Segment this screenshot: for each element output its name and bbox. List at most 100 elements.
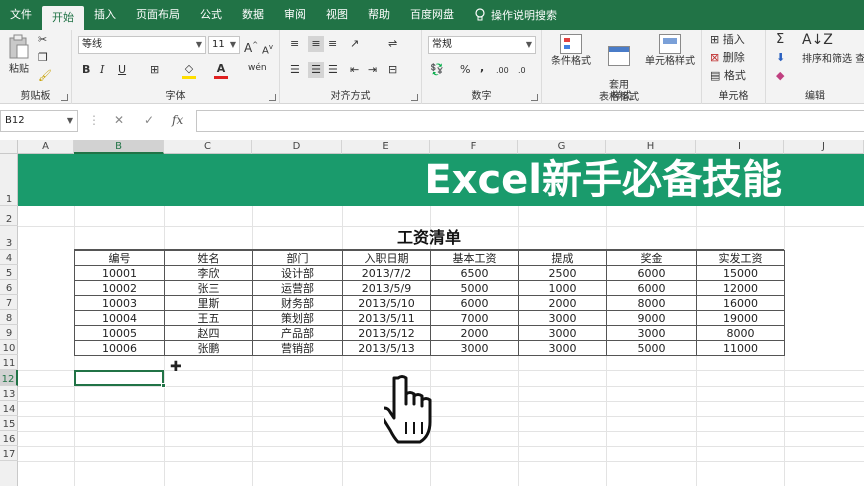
comma-button[interactable]: , [480, 60, 484, 76]
column-header[interactable]: A [18, 140, 74, 154]
delete-cells-button[interactable]: ⊠ 删除 [710, 50, 745, 66]
tab-review[interactable]: 审阅 [274, 0, 316, 30]
data-cell[interactable]: 11000 [696, 340, 785, 356]
cut-icon[interactable]: ✂ [38, 32, 47, 48]
row-header[interactable]: 11 [0, 355, 18, 370]
row-header[interactable]: 14 [0, 401, 18, 416]
tab-help[interactable]: 帮助 [358, 0, 400, 30]
data-cell[interactable]: 2013/5/11 [342, 310, 431, 326]
data-cell[interactable]: 3000 [518, 310, 607, 326]
decrease-decimal-button[interactable]: .0 [518, 63, 526, 79]
data-cell[interactable]: 营销部 [252, 340, 343, 356]
font-size-select[interactable]: 11 ▼ [208, 36, 240, 54]
increase-decimal-button[interactable]: .00 [496, 63, 509, 79]
data-cell[interactable]: 15000 [696, 265, 785, 281]
data-cell[interactable]: 2000 [518, 295, 607, 311]
number-format-select[interactable]: 常规 ▼ [428, 36, 536, 54]
data-cell[interactable]: 产品部 [252, 325, 343, 341]
row-header[interactable]: 9 [0, 325, 18, 340]
data-cell[interactable]: 10006 [74, 340, 165, 356]
format-painter-icon[interactable]: 🖌 [38, 68, 52, 84]
column-header[interactable]: G [518, 140, 606, 154]
data-cell[interactable]: 5000 [606, 340, 697, 356]
row-header[interactable]: 17 [0, 446, 18, 461]
cell-styles-button[interactable]: 单元格样式 [642, 34, 698, 68]
data-cell[interactable]: 李欣 [164, 265, 253, 281]
data-cell[interactable]: 7000 [430, 310, 519, 326]
enter-icon[interactable]: ✓ [144, 113, 154, 127]
align-bottom-icon[interactable]: ≡ [328, 36, 337, 52]
row-header[interactable]: 10 [0, 340, 18, 355]
alignment-launcher-icon[interactable] [411, 94, 418, 101]
font-name-select[interactable]: 等线 ▼ [78, 36, 206, 54]
tab-data[interactable]: 数据 [232, 0, 274, 30]
fill-handle[interactable] [161, 383, 166, 388]
row-header[interactable]: 3 [0, 226, 18, 250]
data-cell[interactable]: 16000 [696, 295, 785, 311]
align-left-icon[interactable]: ☰ [290, 62, 300, 78]
header-cell[interactable]: 部门 [252, 250, 343, 266]
data-cell[interactable]: 10002 [74, 280, 165, 296]
insert-cells-button[interactable]: ⊞ 插入 [710, 32, 745, 48]
header-cell[interactable]: 实发工资 [696, 250, 785, 266]
clear-icon[interactable]: ◆ [776, 68, 784, 84]
data-cell[interactable]: 张三 [164, 280, 253, 296]
tell-me-search[interactable]: 操作说明搜索 [474, 7, 557, 23]
insert-function-button[interactable]: fx [172, 113, 183, 127]
column-header[interactable]: I [696, 140, 784, 154]
row-header[interactable]: 7 [0, 295, 18, 310]
clipboard-launcher-icon[interactable] [61, 94, 68, 101]
column-header[interactable]: D [252, 140, 342, 154]
data-cell[interactable]: 3000 [518, 325, 607, 341]
data-cell[interactable]: 2013/5/10 [342, 295, 431, 311]
data-cell[interactable]: 3000 [518, 340, 607, 356]
data-cell[interactable]: 里斯 [164, 295, 253, 311]
paste-button[interactable]: 粘贴 [4, 34, 34, 76]
data-cell[interactable]: 6500 [430, 265, 519, 281]
data-cell[interactable]: 3000 [430, 340, 519, 356]
tab-view[interactable]: 视图 [316, 0, 358, 30]
data-cell[interactable]: 8000 [606, 295, 697, 311]
font-color-icon[interactable]: A [214, 62, 228, 79]
row-header[interactable]: 5 [0, 265, 18, 280]
data-cell[interactable]: 10001 [74, 265, 165, 281]
row-header[interactable]: 2 [0, 206, 18, 226]
data-cell[interactable]: 3000 [606, 325, 697, 341]
italic-button[interactable]: I [100, 62, 104, 78]
data-cell[interactable]: 财务部 [252, 295, 343, 311]
increase-indent-icon[interactable]: ⇥ [368, 62, 377, 78]
header-cell[interactable]: 编号 [74, 250, 165, 266]
header-cell[interactable]: 提成 [518, 250, 607, 266]
worksheet-grid[interactable]: Excel新手必备技能 工资清单 编号 姓名 部门 入职日期 基本工资 提成 奖… [18, 154, 864, 486]
phonetic-icon[interactable]: wén [248, 60, 267, 76]
column-header[interactable]: B [74, 140, 164, 154]
column-header[interactable]: J [784, 140, 864, 154]
data-cell[interactable]: 6000 [430, 295, 519, 311]
select-all-corner[interactable] [0, 140, 18, 154]
data-cell[interactable]: 12000 [696, 280, 785, 296]
tab-page-layout[interactable]: 页面布局 [126, 0, 190, 30]
orientation-icon[interactable]: ↗ [350, 36, 359, 52]
conditional-formatting-button[interactable]: 条件格式 [546, 34, 596, 68]
row-header[interactable]: 8 [0, 310, 18, 325]
data-cell[interactable]: 1000 [518, 280, 607, 296]
data-cell[interactable]: 6000 [606, 265, 697, 281]
row-header[interactable]: 6 [0, 280, 18, 295]
fill-color-icon[interactable]: ◇ [182, 62, 196, 79]
sort-filter-button[interactable]: A↓Z 排序和筛选 查 [802, 33, 864, 66]
format-cells-button[interactable]: ▤ 格式 [710, 68, 746, 84]
column-header[interactable]: E [342, 140, 430, 154]
row-header[interactable]: 12 [0, 370, 18, 386]
data-cell[interactable]: 2500 [518, 265, 607, 281]
tab-file[interactable]: 文件 [0, 0, 42, 30]
data-cell[interactable]: 王五 [164, 310, 253, 326]
autosum-icon[interactable]: Σ [776, 32, 784, 48]
selected-cell[interactable] [74, 370, 166, 388]
percent-button[interactable]: % [460, 62, 470, 78]
data-cell[interactable]: 2013/5/12 [342, 325, 431, 341]
decrease-indent-icon[interactable]: ⇤ [350, 62, 359, 78]
currency-icon[interactable]: 💱 [430, 62, 444, 78]
fill-icon[interactable]: ⬇ [776, 50, 785, 66]
font-launcher-icon[interactable] [269, 94, 276, 101]
data-cell[interactable]: 运营部 [252, 280, 343, 296]
